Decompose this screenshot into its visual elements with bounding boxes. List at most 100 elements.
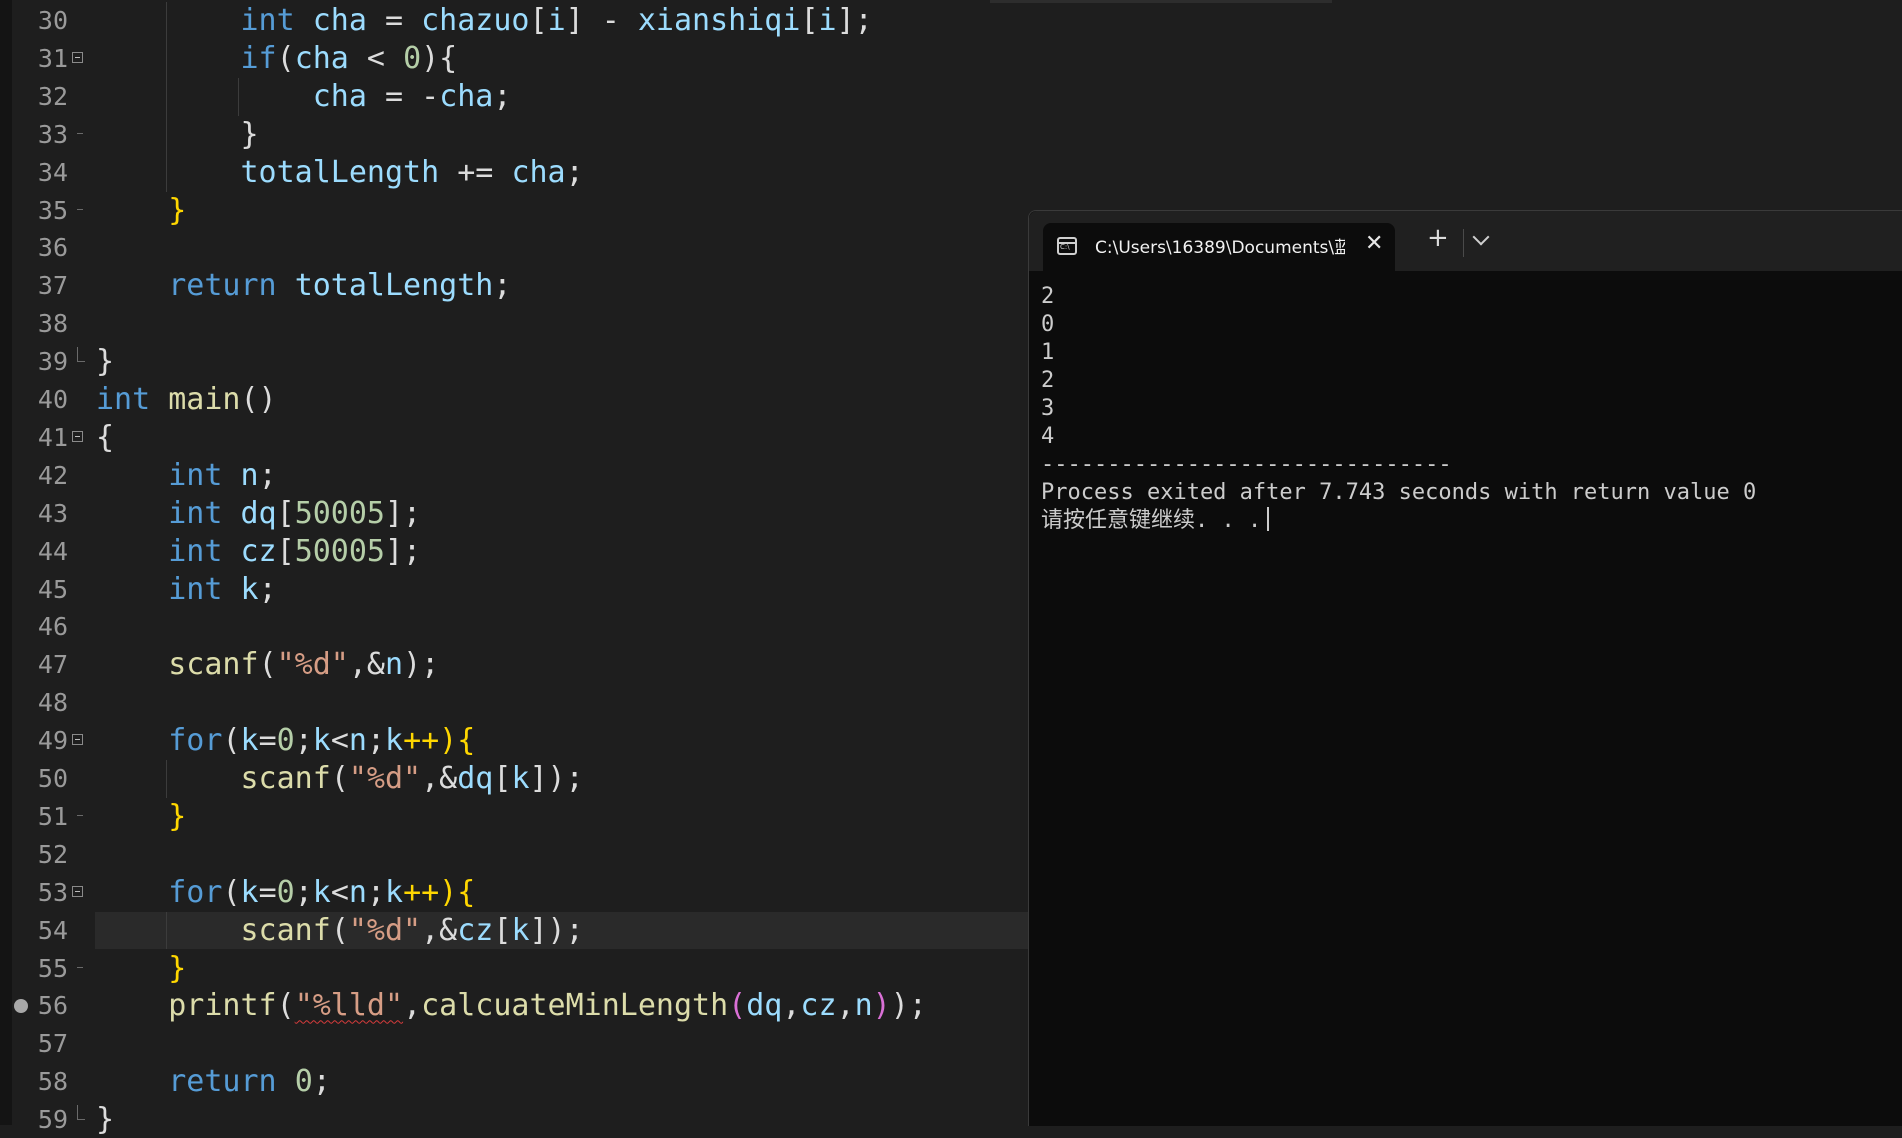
code-line[interactable]: 32 cha = -cha; [0, 78, 1902, 115]
fold-gutter [70, 836, 88, 873]
code-token: = - [366, 78, 440, 114]
code-token: ; [258, 457, 277, 493]
code-text: } [96, 192, 186, 229]
code-line[interactable]: 34 totalLength += cha; [0, 154, 1902, 191]
fold-gutter [70, 1101, 88, 1138]
line-number: 37 [37, 271, 68, 301]
code-token: ++){ [403, 723, 476, 759]
code-token: 0 [276, 874, 295, 910]
indent-guide [166, 2, 167, 192]
fold-gutter [70, 798, 88, 835]
line-number: 39 [37, 347, 68, 377]
code-token: i [818, 3, 837, 38]
code-token: ; [312, 1064, 331, 1100]
line-number: 43 [37, 498, 68, 528]
code-token: ; [294, 723, 313, 759]
code-token: 50005 [294, 495, 385, 531]
code-token: int [96, 382, 151, 417]
code-token: ; [493, 78, 512, 114]
fold-gutter[interactable] [70, 722, 88, 759]
indent-guide [238, 77, 239, 116]
code-token: for [168, 874, 223, 910]
code-line[interactable]: 30 int cha = chazuo[i] - xianshiqi[i]; [0, 2, 1902, 39]
code-token: [ [493, 912, 512, 948]
fold-gutter [70, 381, 88, 418]
terminal-tab[interactable]: C:\Users\16389\Documents\蓝 ✕ [1043, 223, 1395, 271]
terminal-output[interactable]: 2 0 1 2 3 4 ------------------------------- Pro… [1041, 283, 1891, 535]
line-number: 41 [37, 422, 68, 452]
cmd-icon [1057, 237, 1077, 255]
fold-collapse-icon[interactable] [72, 885, 83, 897]
code-token: n [348, 723, 367, 759]
fold-gutter [70, 457, 88, 494]
code-text: int k; [96, 571, 276, 608]
fold-collapse-icon[interactable] [72, 430, 83, 442]
code-token: ) [872, 988, 891, 1024]
code-text: printf("%lld",calcuateMinLength(dq,cz,n)… [96, 987, 927, 1024]
code-token: cha [312, 3, 367, 38]
code-token: ( [258, 647, 277, 683]
code-text: int n; [96, 457, 277, 494]
code-text: } [96, 950, 186, 987]
code-token: ( [728, 988, 747, 1024]
code-token: cz [240, 533, 277, 569]
line-number: 38 [37, 309, 68, 339]
fold-gutter [70, 1025, 88, 1062]
code-token: int [240, 3, 295, 38]
code-text: int main() [96, 381, 277, 418]
new-tab-button[interactable]: + [1427, 225, 1449, 251]
code-token: ){ [421, 40, 458, 76]
code-token: ++){ [403, 874, 476, 910]
code-token: chazuo [421, 3, 530, 38]
code-token: n [854, 988, 873, 1024]
code-token: k [240, 571, 259, 607]
code-text: scanf("%d",&dq[k]); [96, 760, 584, 797]
fold-gutter[interactable] [70, 874, 88, 911]
code-token: if [240, 40, 277, 76]
code-token: k [240, 723, 259, 759]
code-line[interactable]: 33 } [0, 116, 1902, 153]
fold-collapse-icon[interactable] [72, 51, 83, 63]
code-line[interactable]: 31 if(cha < 0){ [0, 40, 1902, 77]
code-token: cha [511, 154, 566, 190]
fold-gutter [70, 229, 88, 266]
line-number: 31 [37, 43, 68, 73]
line-number: 47 [37, 650, 68, 680]
code-token: k [312, 874, 331, 910]
fold-collapse-icon[interactable] [72, 734, 83, 746]
code-token: ]; [385, 533, 422, 569]
code-token: ; [493, 268, 512, 304]
fold-gutter [70, 571, 88, 608]
close-tab-icon[interactable]: ✕ [1365, 231, 1383, 256]
fold-gutter[interactable] [70, 40, 88, 77]
fold-gutter [70, 1063, 88, 1100]
code-token: } [240, 116, 259, 152]
line-number: 44 [37, 536, 68, 566]
fold-gutter [70, 760, 88, 797]
console-window[interactable]: C:\Users\16389\Documents\蓝 ✕ + 2 0 1 2 3 4 ---… [1028, 210, 1902, 1126]
line-number: 32 [37, 81, 68, 111]
code-text: } [96, 1101, 114, 1138]
line-number: 46 [37, 612, 68, 642]
code-token: int [168, 495, 223, 531]
line-number: 50 [37, 764, 68, 793]
terminal-output-lines: 2 0 1 2 3 4 ------------------------------- Pro… [1041, 283, 1891, 507]
chevron-down-icon[interactable] [1472, 228, 1490, 246]
code-text: int cha = chazuo[i] - xianshiqi[i]; [96, 2, 873, 39]
code-token: ( [276, 988, 295, 1024]
code-text: return 0; [96, 1063, 331, 1100]
code-token: } [96, 1102, 115, 1138]
code-token: } [168, 192, 187, 228]
fold-gutter[interactable] [70, 419, 88, 456]
line-number: 58 [37, 1067, 68, 1097]
